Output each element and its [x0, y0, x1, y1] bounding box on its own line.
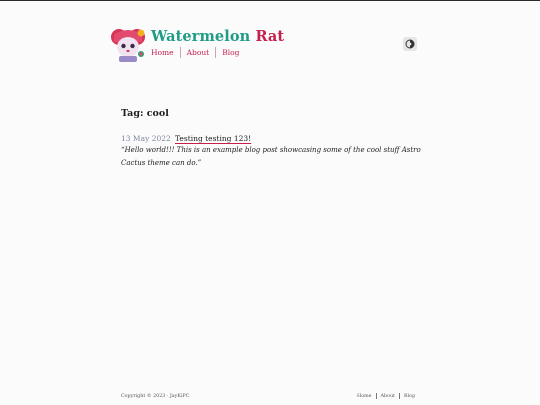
site-title[interactable]: Watermelon Rat: [151, 28, 284, 45]
footer-blog-link[interactable]: Blog: [404, 394, 415, 399]
nav-blog-link[interactable]: Blog: [222, 48, 239, 57]
footer-home-link[interactable]: Home: [357, 394, 371, 399]
watermelon-rat-logo-icon: [111, 29, 145, 62]
footer-copyright: Copyright © 2023 · JayKiPC: [121, 393, 190, 399]
main-content: Tag: cool 13 May 2022 Testing testing 12…: [121, 108, 421, 170]
footer-nav: Home About Blog: [357, 393, 415, 399]
post-description: “Hello world!!! This is an example blog …: [121, 146, 421, 167]
post-list-item: 13 May 2022 Testing testing 123! “Hello …: [121, 134, 421, 170]
footer-about-link[interactable]: About: [381, 394, 395, 399]
theme-toggle-button[interactable]: [403, 37, 417, 51]
post-title-link[interactable]: Testing testing 123!: [175, 134, 251, 143]
post-date: 13 May 2022: [121, 134, 171, 143]
site-title-accent: Rat: [255, 28, 285, 45]
nav-divider: [215, 47, 217, 58]
nav-about-link[interactable]: About: [187, 48, 210, 57]
site-title-primary: Watermelon: [151, 28, 251, 45]
page-title: Tag: cool: [121, 108, 169, 119]
nav-divider: [179, 47, 181, 58]
nav-home-link[interactable]: Home: [151, 48, 174, 57]
footer-nav-divider: [375, 393, 377, 399]
post-meta-row: 13 May 2022 Testing testing 123!: [121, 134, 421, 143]
site-footer: Copyright © 2023 · JayKiPC Home About Bl…: [121, 393, 415, 399]
site-header: Watermelon Rat Home About Blog: [110, 27, 420, 67]
theme-toggle-icon: [405, 39, 415, 49]
main-nav: Home About Blog: [151, 47, 239, 58]
footer-nav-divider: [398, 393, 400, 399]
site-logo[interactable]: [110, 27, 146, 63]
